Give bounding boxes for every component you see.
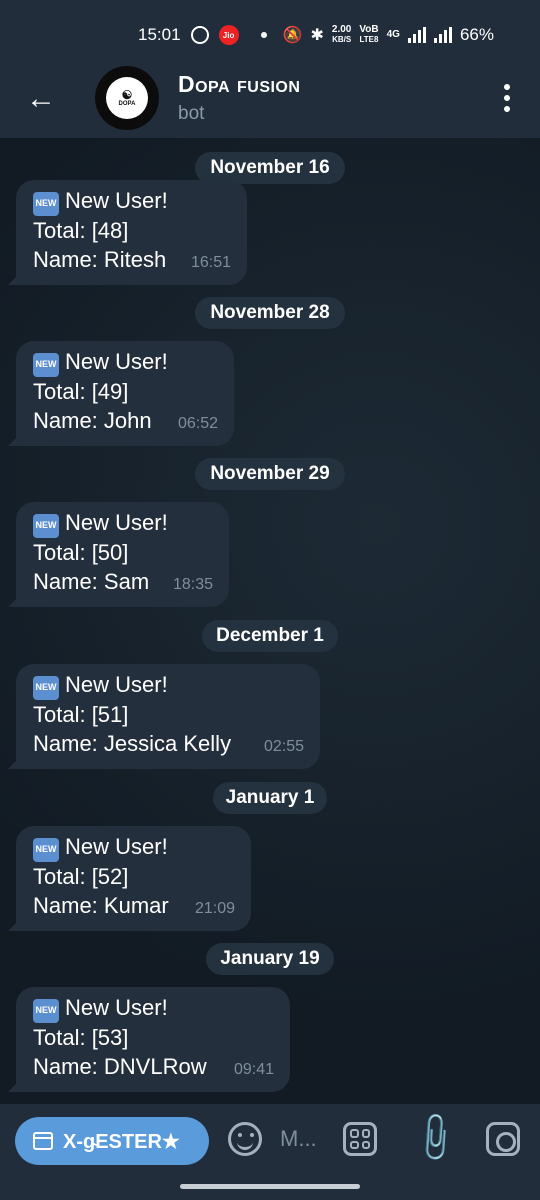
signal-icon-2 bbox=[433, 27, 452, 43]
attach-icon[interactable]: 📎 bbox=[406, 1109, 464, 1167]
message-line-1: NEW New User! bbox=[33, 186, 231, 216]
network-type: 4G bbox=[386, 29, 400, 40]
status-left: 15:01 Jio bbox=[138, 25, 267, 45]
date-separator: January 1 bbox=[213, 782, 327, 814]
message-time: 18:35 bbox=[172, 576, 213, 593]
avatar[interactable]: ☯ DOPA bbox=[95, 66, 159, 130]
message-line-2: Total: [49] bbox=[33, 378, 129, 404]
message-bubble[interactable]: NEW New User! Total: [51] Name: Jessica K… bbox=[8, 664, 320, 769]
bubble-tail bbox=[8, 273, 20, 285]
new-badge-icon: NEW bbox=[33, 191, 59, 216]
bubble-tail bbox=[8, 757, 20, 769]
chat-area[interactable]: November 16 NEW New User! Total: [48] Nam… bbox=[0, 138, 540, 1104]
status-time: 15:01 bbox=[138, 25, 181, 44]
jio-icon: Jio bbox=[218, 25, 239, 45]
avatar-logo: ☯ DOPA bbox=[106, 77, 148, 119]
message-line-1: NEW New User! bbox=[33, 993, 274, 1023]
bot-menu-label: X-g̴ESTER★ bbox=[63, 1130, 180, 1153]
bot-menu-button[interactable]: X-g̴ESTER★ bbox=[15, 1117, 209, 1165]
bubble-tail bbox=[8, 595, 20, 607]
volte-indicator: VoB LTE8 bbox=[359, 25, 378, 45]
message-bubble[interactable]: NEW New User! Total: [53] Name: DNVLRow 0… bbox=[8, 987, 290, 1092]
notification-dot-icon bbox=[260, 32, 267, 38]
message-line-1: NEW New User! bbox=[33, 670, 304, 700]
message-heading: New User! bbox=[65, 834, 168, 859]
date-separator: January 19 bbox=[206, 943, 334, 975]
message-bubble[interactable]: NEW New User! Total: [52] Name: Kumar 21:… bbox=[8, 826, 251, 931]
bubble-tail bbox=[8, 434, 20, 446]
date-separator: December 1 bbox=[202, 620, 338, 652]
speed-unit: KB/S bbox=[332, 35, 352, 44]
status-bar: 15:01 Jio 🔕 ✱ 2.00 KB/S VoB LTE8 4G 66% bbox=[0, 0, 540, 70]
message-line-1: NEW New User! bbox=[33, 508, 213, 538]
message-line-2: Total: [50] bbox=[33, 539, 129, 565]
web-app-icon bbox=[33, 1132, 53, 1150]
camera-icon[interactable] bbox=[486, 1122, 520, 1156]
new-badge-icon: NEW bbox=[33, 675, 59, 700]
more-options-icon[interactable] bbox=[504, 84, 510, 112]
bluetooth-icon: ✱ bbox=[310, 27, 324, 44]
message-bubble[interactable]: NEW New User! Total: [49] Name: John 06:5… bbox=[8, 341, 234, 446]
emoji-icon[interactable] bbox=[228, 1122, 262, 1156]
home-indicator bbox=[180, 1184, 360, 1189]
message-heading: New User! bbox=[65, 672, 168, 697]
message-time: 02:55 bbox=[263, 738, 304, 755]
message-time: 16:51 bbox=[190, 254, 231, 271]
signal-icon bbox=[407, 27, 426, 43]
volte-top: VoB bbox=[359, 24, 379, 35]
message-input[interactable]: M... bbox=[280, 1126, 317, 1152]
message-line-2: Total: [51] bbox=[33, 701, 129, 727]
message-line-2: Total: [52] bbox=[33, 863, 129, 889]
chat-subtitle: bot bbox=[178, 103, 205, 124]
message-heading: New User! bbox=[65, 510, 168, 535]
new-badge-icon: NEW bbox=[33, 837, 59, 862]
new-badge-icon: NEW bbox=[33, 998, 59, 1023]
bot-commands-icon[interactable] bbox=[343, 1122, 377, 1156]
message-bubble[interactable]: NEW New User! Total: [50] Name: Sam 18:35 bbox=[8, 502, 229, 607]
message-line-1: NEW New User! bbox=[33, 347, 218, 377]
message-time: 06:52 bbox=[177, 415, 218, 432]
message-line-1: NEW New User! bbox=[33, 832, 235, 862]
new-badge-icon: NEW bbox=[33, 513, 59, 538]
date-separator: November 29 bbox=[195, 458, 345, 490]
back-arrow-icon[interactable]: ← bbox=[26, 82, 56, 116]
whatsapp-icon bbox=[190, 26, 209, 44]
mute-icon: 🔕 bbox=[282, 27, 303, 44]
speed-value: 2.00 bbox=[331, 24, 352, 35]
message-heading: New User! bbox=[65, 349, 168, 374]
message-line-2: Total: [53] bbox=[33, 1024, 129, 1050]
network-speed: 2.00 KB/S bbox=[332, 25, 351, 45]
message-line-2: Total: [48] bbox=[33, 217, 129, 243]
chat-title[interactable]: Dopa fusion bbox=[178, 71, 300, 98]
message-time: 09:41 bbox=[233, 1061, 274, 1078]
message-bubble[interactable]: NEW New User! Total: [48] Name: Ritesh 16… bbox=[8, 180, 247, 285]
status-right: 🔕 ✱ 2.00 KB/S VoB LTE8 4G 66% bbox=[283, 25, 494, 45]
message-time: 21:09 bbox=[194, 900, 235, 917]
battery-level: 66% bbox=[459, 25, 494, 44]
date-separator: November 28 bbox=[195, 297, 345, 329]
volte-bottom: LTE8 bbox=[359, 35, 379, 44]
new-badge-icon: NEW bbox=[33, 352, 59, 377]
bubble-tail bbox=[8, 1080, 20, 1092]
message-heading: New User! bbox=[65, 995, 168, 1020]
message-heading: New User! bbox=[65, 188, 168, 213]
bubble-tail bbox=[8, 919, 20, 931]
chat-header: ← ☯ DOPA Dopa fusion bot bbox=[0, 66, 540, 138]
